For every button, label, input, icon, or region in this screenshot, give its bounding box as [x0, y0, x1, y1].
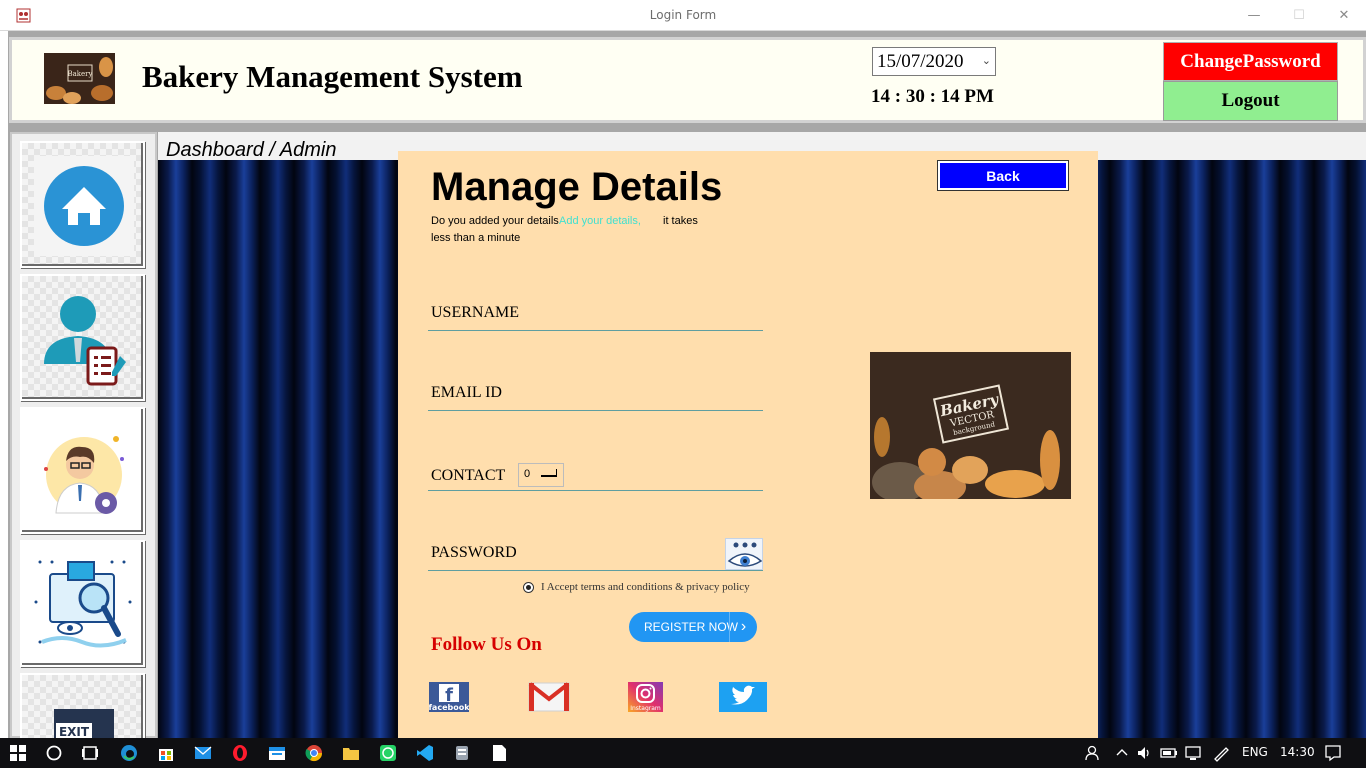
facebook-label: facebook: [429, 703, 469, 712]
language-indicator[interactable]: ENG: [1242, 745, 1268, 759]
volume-icon[interactable]: [1136, 744, 1154, 762]
app-title: Bakery Management System: [142, 59, 523, 94]
stepper-icon[interactable]: [541, 469, 557, 477]
search-icon[interactable]: [45, 744, 63, 762]
minimize-button[interactable]: —: [1231, 0, 1277, 31]
email-label: EMAIL ID: [431, 384, 502, 401]
search-eye-icon: [34, 560, 132, 648]
home-icon: [34, 156, 134, 256]
terms-checkbox[interactable]: [523, 582, 534, 593]
sidebar-item-settings[interactable]: [20, 407, 145, 534]
change-password-button[interactable]: ChangePassword: [1163, 42, 1338, 81]
calendar-app-icon[interactable]: [268, 744, 286, 762]
eye-icon: [727, 542, 762, 567]
register-label: REGISTER NOW: [644, 620, 739, 634]
task-view-icon[interactable]: [81, 744, 99, 762]
clock: 14 : 30 : 14 PM: [871, 86, 994, 107]
terms-label: I Accept terms and conditions & privacy …: [541, 581, 750, 593]
add-details-link[interactable]: Add your details,: [559, 215, 641, 227]
contact-input[interactable]: [428, 490, 763, 491]
edge-icon[interactable]: [120, 744, 138, 762]
window-title: Login Form: [649, 8, 717, 22]
hint-text-line2: less than a minute: [431, 232, 521, 244]
database-app-icon[interactable]: [453, 744, 471, 762]
sidebar-item-view[interactable]: [20, 540, 145, 667]
svg-text:Bakery: Bakery: [67, 70, 92, 78]
exit-label: EXIT: [59, 725, 90, 739]
date-picker[interactable]: 15/07/2020 ⌄: [872, 47, 996, 76]
battery-icon[interactable]: [1160, 744, 1178, 762]
password-label: PASSWORD: [431, 544, 517, 561]
user-list-icon: [44, 296, 126, 386]
notification-icon[interactable]: [1324, 744, 1342, 762]
facebook-link[interactable]: f facebook: [428, 682, 470, 712]
date-value: 15/07/2020: [877, 51, 964, 72]
windows-start-icon[interactable]: [9, 744, 27, 762]
password-input[interactable]: [428, 570, 763, 571]
gmail-link[interactable]: [528, 682, 570, 712]
sidebar-item-manage-users[interactable]: [20, 274, 145, 401]
hint-text-end: it takes: [663, 215, 698, 227]
pen-icon[interactable]: [1212, 744, 1230, 762]
maximize-button[interactable]: ☐: [1276, 0, 1322, 31]
instagram-link[interactable]: Instagram: [628, 682, 663, 712]
chevron-down-icon[interactable]: ⌄: [982, 54, 991, 67]
chrome-icon[interactable]: [305, 744, 323, 762]
back-button[interactable]: Back: [938, 161, 1068, 190]
email-input[interactable]: [428, 410, 763, 411]
arrow-right-icon: ›: [729, 612, 757, 642]
show-password-button[interactable]: [725, 538, 763, 570]
people-icon[interactable]: [1084, 744, 1102, 762]
instagram-label: Instagram: [630, 705, 661, 712]
contact-value: 0: [524, 468, 531, 480]
username-label: USERNAME: [431, 304, 520, 321]
chevron-up-icon[interactable]: [1113, 744, 1131, 762]
store-icon[interactable]: [157, 744, 175, 762]
vscode-icon[interactable]: [416, 744, 434, 762]
contact-label: CONTACT: [431, 467, 506, 484]
register-button[interactable]: REGISTER NOW ›: [629, 612, 757, 642]
sidebar-item-home[interactable]: [20, 141, 145, 268]
mail-icon[interactable]: [194, 744, 212, 762]
gmail-icon: [528, 682, 570, 712]
notepad-icon[interactable]: [490, 744, 508, 762]
username-input[interactable]: [428, 330, 763, 331]
opera-icon[interactable]: [231, 744, 249, 762]
sidebar-item-exit[interactable]: EXIT: [20, 673, 145, 743]
instagram-icon: Instagram: [628, 682, 663, 712]
taskbar-clock[interactable]: 14:30: [1280, 745, 1315, 759]
window-titlebar: Login Form — ☐ ✕: [0, 0, 1366, 31]
facebook-icon: f facebook: [428, 684, 470, 712]
follow-heading: Follow Us On: [431, 634, 542, 655]
logout-button[interactable]: Logout: [1163, 81, 1338, 121]
twitter-link[interactable]: [719, 682, 767, 712]
network-icon[interactable]: [1185, 744, 1203, 762]
whatsapp-icon[interactable]: [379, 744, 397, 762]
exit-icon: EXIT: [54, 709, 114, 741]
breadcrumb: Dashboard / Admin: [166, 139, 337, 161]
bakery-image: Bakery VECTOR background: [870, 352, 1071, 499]
twitter-icon: [731, 685, 755, 705]
user-gear-icon: [44, 436, 124, 514]
hint-text: Do you added your details: [431, 215, 559, 227]
close-button[interactable]: ✕: [1321, 0, 1366, 31]
page-title: Manage Details: [431, 165, 723, 209]
bakery-logo: Bakery: [44, 53, 115, 104]
file-explorer-icon[interactable]: [342, 744, 360, 762]
